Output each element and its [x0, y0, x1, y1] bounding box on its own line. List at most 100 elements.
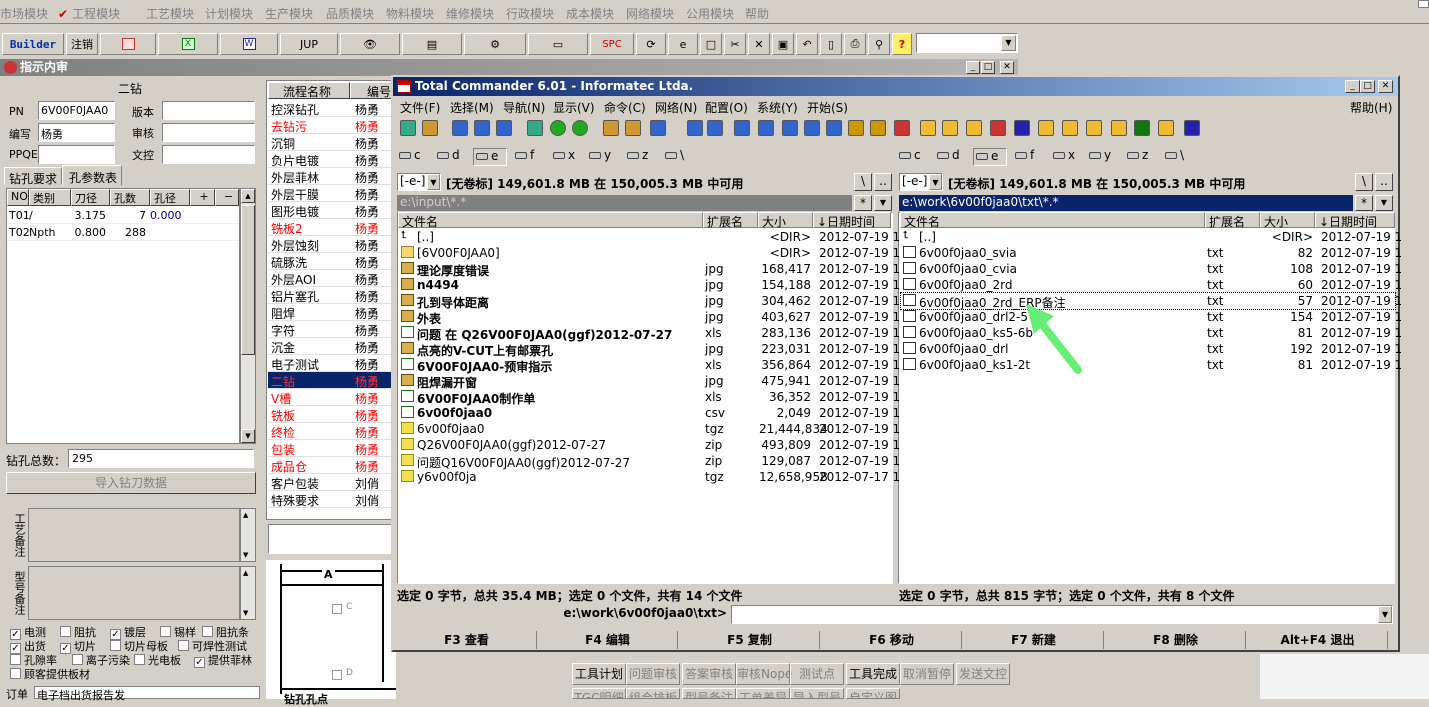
file-row[interactable]: 6v00f0jaa0 csv 2,049 2012-07-19 1 — [399, 405, 900, 421]
bottom-btn-1[interactable]: 问题审核 — [626, 663, 680, 685]
checkbox-13[interactable]: 顾客提供板材 — [10, 666, 90, 682]
menu-2[interactable]: 工艺模块 — [146, 5, 194, 22]
process-row[interactable]: 外层AOI 杨勇 — [268, 270, 393, 287]
hole-col-header[interactable]: 孔数 — [110, 189, 150, 206]
hole-col-header[interactable]: 孔径 — [150, 189, 190, 206]
right-root-button[interactable]: \ — [1355, 173, 1373, 191]
scroll-down-icon[interactable]: ▼ — [241, 429, 255, 443]
brief-icon[interactable] — [452, 120, 468, 136]
process-note-scrollbar[interactable]: ▲ ▼ — [240, 508, 256, 562]
full-icon[interactable] — [474, 120, 490, 136]
drive-left-3[interactable]: f — [513, 148, 547, 166]
back-icon[interactable] — [550, 120, 566, 136]
bottom-btn2-1[interactable]: 组合排板 — [626, 688, 680, 699]
tc-menu-5[interactable]: 网络(N) — [655, 99, 697, 116]
tc-close-icon[interactable]: ✕ — [1378, 80, 1393, 93]
pack-icon[interactable] — [603, 120, 619, 136]
find-icon[interactable] — [758, 120, 774, 136]
network-icon[interactable]: ⚙ — [464, 33, 526, 55]
file-row[interactable]: 6v00f0jaa0_2rd_ERP备注 txt 57 2012-07-19 1 — [900, 292, 1402, 310]
drive-right-1[interactable]: d — [935, 148, 969, 166]
file-row[interactable]: 6v00f0jaa0_ks5-6b txt 81 2012-07-19 1 — [901, 325, 1402, 341]
process-row[interactable]: 阻焊 杨勇 — [268, 304, 393, 321]
hole-col-header[interactable]: + — [190, 189, 215, 206]
menu-11[interactable]: 公用模块 — [686, 5, 734, 22]
multirename-icon[interactable] — [687, 120, 703, 136]
refresh-icon[interactable]: ⟳ — [636, 33, 666, 55]
process-row[interactable]: 外层干膜 杨勇 — [268, 185, 393, 202]
menu-12[interactable]: 帮助 — [745, 5, 769, 22]
refresh-icon[interactable] — [400, 120, 416, 136]
file-row[interactable]: 6v00f0jaa0_2rd txt 60 2012-07-19 1 — [901, 277, 1402, 293]
file-row[interactable]: 6V00F0JAA0-预审指示 xls 356,864 2012-07-19 1 — [399, 357, 900, 374]
fkey-1[interactable]: F4 编辑 — [538, 631, 678, 649]
file-row[interactable]: 理论厚度错误 jpg 168,417 2012-07-19 1 — [399, 261, 900, 278]
checkbox-box[interactable] — [134, 654, 145, 665]
cube3-icon[interactable] — [1062, 120, 1078, 136]
right-history-button[interactable]: * — [1355, 195, 1373, 211]
bottom-btn-0[interactable]: 工具计划 — [572, 663, 626, 685]
bottom-btn2-5[interactable]: 自定义图 — [846, 688, 900, 699]
process-row[interactable]: 外层蚀刻 杨勇 — [268, 236, 393, 253]
drive-left-1[interactable]: d — [435, 148, 469, 166]
checkbox-box[interactable] — [60, 626, 71, 637]
logout-button[interactable]: 注销 — [66, 33, 98, 55]
process-row[interactable]: V槽 杨勇 — [268, 389, 393, 406]
drive-right-7[interactable]: \ — [1163, 148, 1187, 166]
scroll-thumb[interactable] — [241, 205, 255, 355]
import-drill-button[interactable]: 导入钻刀数据 — [6, 472, 256, 494]
process-name-header[interactable]: 流程名称 — [268, 82, 350, 99]
calc-icon[interactable] — [1184, 120, 1200, 136]
ftp-new-icon[interactable] — [734, 120, 750, 136]
tc-menu-3[interactable]: 显示(V) — [553, 99, 595, 116]
model-note-field[interactable] — [28, 566, 240, 620]
process-row[interactable]: 外层菲林 杨勇 — [268, 168, 393, 185]
tc-minimize-icon[interactable]: _ — [1345, 80, 1360, 93]
tc-menu-8[interactable]: 开始(S) — [807, 99, 848, 116]
total-field[interactable]: 295 — [68, 449, 254, 468]
left-path-bar[interactable]: e:\input\*.* — [397, 195, 852, 211]
checkbox-box[interactable] — [160, 626, 171, 637]
process-row[interactable]: 沉金 杨勇 — [268, 338, 393, 355]
process-row[interactable]: 沉铜 杨勇 — [268, 134, 393, 151]
checkbox-11[interactable]: 光电板 — [134, 652, 181, 668]
word-icon[interactable] — [1014, 120, 1030, 136]
process-note-field[interactable] — [28, 508, 240, 562]
bottom-btn2-4[interactable]: 导入型号 — [790, 688, 844, 699]
help-icon[interactable]: ? — [892, 33, 912, 55]
menu-4[interactable]: 生产模块 — [265, 5, 313, 22]
checkbox-box[interactable] — [72, 654, 83, 665]
process-row[interactable]: 负片电镀 杨勇 — [268, 151, 393, 168]
right-hotlist-icon[interactable]: ▼ — [1375, 195, 1393, 211]
notepad-icon[interactable] — [826, 120, 842, 136]
file-col-header-left-2[interactable]: 大小 — [758, 212, 813, 229]
close-icon[interactable]: ✕ — [1000, 61, 1014, 74]
drive-right-0[interactable]: c — [897, 148, 931, 166]
spc-button[interactable]: SPC — [590, 33, 634, 55]
unpack-icon[interactable] — [625, 120, 641, 136]
word-icon[interactable]: W — [220, 33, 278, 55]
drive-left-5[interactable]: y — [587, 148, 621, 166]
bottom-btn2-2[interactable]: 型号备注 — [682, 688, 736, 699]
excel-icon[interactable]: X — [158, 33, 218, 55]
tab-hole-params[interactable]: 孔参数表 — [62, 165, 122, 186]
file-row[interactable]: Q26V00F0JAA0(ggf)2012-07-27 zip 493,809 201… — [399, 437, 900, 453]
file-row[interactable]: 6v00f0jaa0_drl txt 192 2012-07-19 1 — [901, 341, 1402, 357]
file-row[interactable]: [6V00F0JAA0] <DIR> 2012-07-19 1 — [399, 245, 900, 261]
folder-icon[interactable] — [920, 120, 936, 136]
tree-icon[interactable] — [422, 120, 438, 136]
close-icon[interactable]: ✕ — [748, 33, 770, 55]
tc-menu-4[interactable]: 命令(C) — [604, 99, 646, 116]
file-row[interactable]: 点亮的V-CUT上有邮票孔 jpg 223,031 2012-07-19 1 — [399, 341, 900, 358]
folder2-icon[interactable] — [1038, 120, 1054, 136]
tc-menu-1[interactable]: 选择(M) — [450, 99, 494, 116]
fkey-2[interactable]: F5 复制 — [680, 631, 820, 649]
edit-icon[interactable] — [804, 120, 820, 136]
drive-right-2[interactable]: e — [973, 148, 1007, 166]
process-row[interactable]: 铝片塞孔 杨勇 — [268, 287, 393, 304]
checkbox-box[interactable] — [10, 668, 21, 679]
tc-menu-help[interactable]: 帮助(H) — [1350, 99, 1392, 116]
bottom-btn-7[interactable]: 发送文控 — [956, 663, 1010, 685]
drive-left-0[interactable]: c — [397, 148, 431, 166]
file-row[interactable]: 问题Q16V00F0JAA0(ggf)2012-07-27 zip 129,087 2… — [399, 453, 900, 470]
